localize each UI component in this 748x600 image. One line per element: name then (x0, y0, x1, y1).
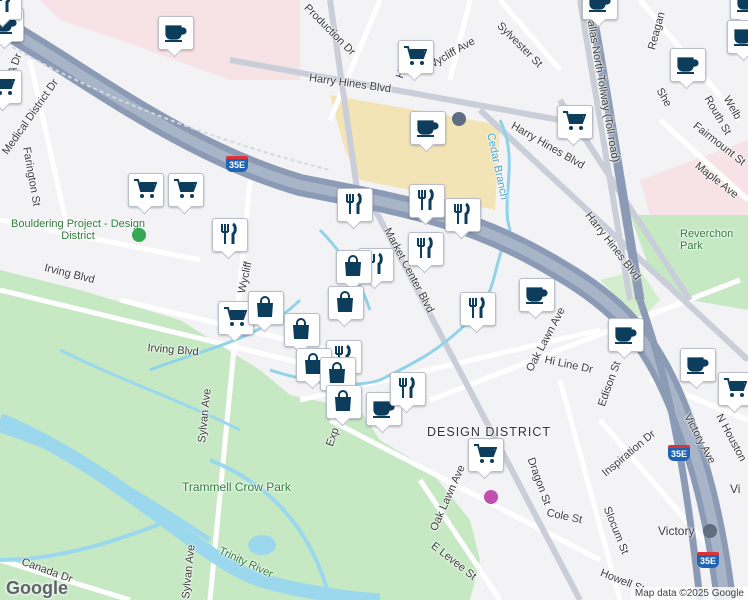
restaurant-icon (0, 0, 11, 12)
shopping-icon (563, 111, 586, 130)
restaurant-icon (469, 296, 485, 318)
attribution: Map data ©2025 Google (630, 587, 748, 600)
bouldering-project-label[interactable]: Bouldering Project - Design District (8, 218, 148, 242)
restaurant-icon (399, 376, 415, 398)
restaurant-marker[interactable] (212, 218, 248, 260)
shopping-icon (174, 179, 197, 198)
cafe-icon (526, 287, 548, 304)
shopping-cart-marker[interactable] (398, 40, 434, 82)
cafe-icon (687, 357, 709, 374)
map-view[interactable]: DESIGN DISTRICT Trammell Crow Park Trini… (0, 0, 748, 600)
cafe-icon (589, 0, 611, 12)
bag-icon (329, 362, 345, 383)
shopping-bag-marker[interactable] (336, 250, 372, 292)
shopping-icon (0, 79, 15, 95)
cafe-icon (165, 25, 187, 42)
restaurant-marker[interactable] (0, 0, 22, 28)
cafe-icon (737, 0, 748, 12)
restaurant-marker[interactable] (337, 188, 373, 230)
bag-icon (345, 255, 361, 276)
cafe-marker[interactable] (519, 278, 555, 320)
activity-icon[interactable] (132, 228, 146, 242)
shopping-icon (404, 46, 427, 65)
cafe-marker[interactable] (680, 348, 716, 390)
cafe-icon (615, 327, 637, 344)
restaurant-icon (346, 192, 362, 214)
restaurant-marker[interactable] (408, 232, 444, 274)
shopping-bag-marker[interactable] (326, 385, 362, 427)
restaurant-icon (417, 236, 433, 258)
restaurant-marker[interactable] (460, 292, 496, 334)
area-label: Vi (730, 482, 741, 496)
shopping-icon (474, 444, 497, 463)
shopping-bag-marker[interactable] (328, 286, 364, 328)
cafe-icon (677, 57, 699, 74)
shopping-cart-marker[interactable] (168, 173, 204, 215)
shopping-cart-marker[interactable] (468, 438, 504, 480)
restaurant-marker[interactable] (445, 198, 481, 240)
shopping-icon (224, 307, 247, 326)
cafe-marker[interactable] (608, 318, 644, 360)
shopping-icon (134, 179, 157, 198)
restaurant-marker[interactable] (390, 372, 426, 414)
shopping-cart-marker[interactable] (718, 372, 748, 414)
park-label: Reverchon Park (680, 228, 734, 252)
cafe-marker[interactable] (582, 0, 618, 28)
bag-icon (335, 390, 351, 411)
station-label: Victory (658, 524, 695, 538)
interstate-shield: 35E (668, 445, 690, 461)
cafe-marker[interactable] (730, 0, 748, 28)
restaurant-icon (221, 222, 237, 244)
bag-icon (337, 291, 353, 312)
cafe-marker[interactable] (670, 48, 706, 90)
interstate-shield: 35E (226, 156, 248, 172)
shopping-bag-marker[interactable] (284, 313, 320, 355)
shopping-cart-marker[interactable] (0, 70, 22, 112)
transit-icon[interactable] (703, 524, 717, 538)
cafe-marker[interactable] (158, 16, 194, 58)
shopping-cart-marker[interactable] (557, 105, 593, 147)
transit-icon[interactable] (452, 112, 466, 126)
bag-icon (293, 318, 309, 339)
cafe-icon (417, 120, 439, 137)
restaurant-icon (418, 188, 434, 210)
shopping-icon (724, 378, 747, 397)
interstate-shield: 35E (697, 552, 719, 568)
cafe-marker[interactable] (410, 111, 446, 153)
museum-icon[interactable] (484, 490, 498, 504)
shopping-bag-marker[interactable] (248, 291, 284, 333)
cafe-marker[interactable] (727, 20, 748, 62)
park-label: Trammell Crow Park (182, 480, 291, 494)
neighborhood-label: DESIGN DISTRICT (427, 425, 552, 439)
google-logo: Google (6, 578, 68, 598)
bag-icon (257, 296, 273, 317)
restaurant-icon (454, 202, 470, 224)
cafe-icon (734, 29, 748, 46)
shopping-cart-marker[interactable] (128, 173, 164, 215)
restaurant-marker[interactable] (409, 184, 445, 226)
